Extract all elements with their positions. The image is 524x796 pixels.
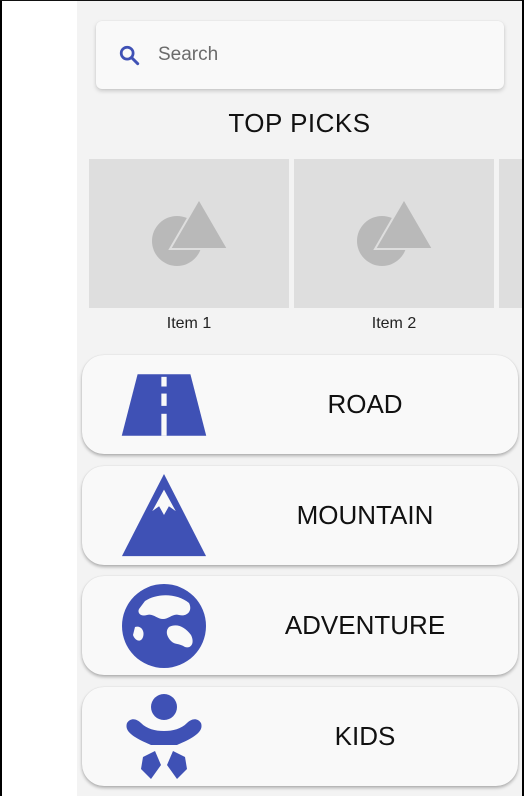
category-card-mountain[interactable]: MOUNTAIN — [82, 466, 518, 565]
frame-left-border — [0, 0, 2, 796]
item-label: Item 1 — [166, 315, 212, 332]
globe-icon — [120, 582, 208, 670]
search-bar[interactable]: Search — [96, 21, 504, 89]
top-picks-title: TOP PICKS — [228, 108, 371, 138]
item-thumbnail — [499, 159, 522, 308]
category-card-road[interactable]: ROAD — [82, 355, 518, 454]
top-pick-item[interactable]: Item 1 — [89, 159, 289, 339]
category-label: MOUNTAIN — [296, 500, 434, 530]
category-card-adventure[interactable]: ADVENTURE — [82, 576, 518, 675]
baby-icon — [120, 693, 208, 781]
image-placeholder-icon — [152, 196, 230, 266]
image-placeholder-icon — [357, 196, 435, 266]
app-screen: Search TOP PICKS Item 1 Item 2 ROAD MOUN… — [77, 1, 522, 796]
item-thumbnail — [294, 159, 494, 308]
category-card-kids[interactable]: KIDS — [82, 687, 518, 786]
top-pick-item[interactable]: Item 2 — [294, 159, 494, 339]
category-label: ADVENTURE — [284, 610, 446, 640]
item-label: Item 2 — [371, 315, 417, 332]
top-pick-item[interactable] — [499, 159, 522, 339]
search-icon — [118, 44, 140, 66]
search-placeholder[interactable]: Search — [158, 44, 218, 66]
road-icon — [120, 361, 208, 449]
item-thumbnail — [89, 159, 289, 308]
category-label: ROAD — [327, 389, 403, 419]
top-picks-carousel[interactable]: Item 1 Item 2 — [89, 159, 522, 339]
category-label: KIDS — [334, 721, 396, 751]
mountain-icon — [120, 472, 208, 560]
